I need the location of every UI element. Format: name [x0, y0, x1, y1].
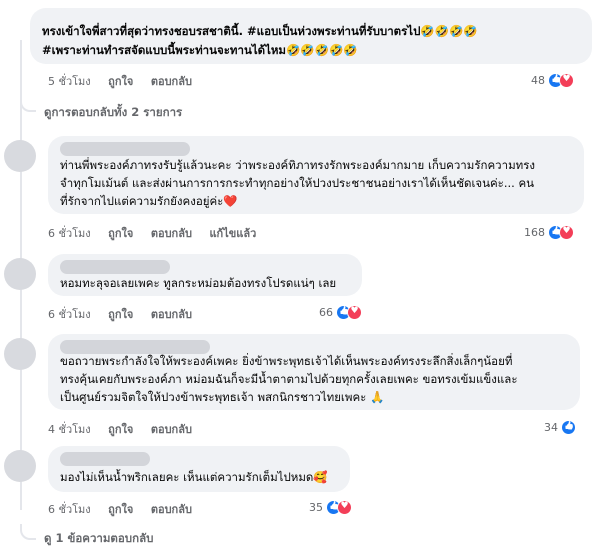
- reply-button[interactable]: ตอบกลับ: [151, 503, 192, 516]
- avatar[interactable]: [4, 140, 36, 172]
- reaction-summary[interactable]: 35: [280, 497, 352, 517]
- like-button[interactable]: ถูกใจ: [108, 75, 133, 88]
- like-button[interactable]: ถูกใจ: [108, 423, 133, 436]
- reaction-summary[interactable]: 66: [270, 302, 362, 322]
- reaction-summary[interactable]: 168: [480, 222, 574, 242]
- comment-bubble: มองไม่เห็นน้ำพริกเลยคะ เห็นแต่ความรักเต็…: [48, 446, 350, 492]
- comment-bubble: ทรงเข้าใจพี่สาวที่สุดว่าทรงชอบรสชาตินี้.…: [30, 8, 592, 64]
- reaction-summary[interactable]: 48: [480, 70, 574, 90]
- reaction-count: 48: [531, 73, 545, 87]
- like-button[interactable]: ถูกใจ: [108, 503, 133, 516]
- comment-text: มองไม่เห็นน้ำพริกเลยคะ เห็นแต่ความรักเต็…: [60, 470, 328, 484]
- avatar[interactable]: [4, 338, 36, 370]
- reply-button[interactable]: ตอบกลับ: [151, 423, 192, 436]
- comment-meta: 6 ชั่วโมง ถูกใจ ตอบกลับ: [48, 500, 192, 518]
- avatar[interactable]: [4, 258, 36, 290]
- reply-button[interactable]: ตอบกลับ: [151, 308, 192, 321]
- like-button[interactable]: ถูกใจ: [108, 308, 133, 321]
- comment-bubble: ท่านพี่พระองค์ภาทรงรับรู้แล้วนะคะ ว่าพระ…: [48, 136, 584, 214]
- comment-bubble: ขอถวายพระกำลังใจให้พระองค์เพคะ ยิ่งข้าพร…: [48, 334, 580, 410]
- comment-text: ขอถวายพระกำลังใจให้พระองค์เพคะ ยิ่งข้าพร…: [60, 354, 513, 368]
- comment-timestamp[interactable]: 6 ชั่วโมง: [48, 227, 91, 240]
- love-reaction-icon: [559, 72, 574, 88]
- comment-author-name[interactable]: [60, 452, 150, 466]
- comment-author-name[interactable]: [60, 142, 190, 156]
- comment-meta: 6 ชั่วโมง ถูกใจ ตอบกลับ แก้ไขแล้ว: [48, 224, 256, 242]
- comment-meta: 6 ชั่วโมง ถูกใจ ตอบกลับ: [48, 305, 192, 323]
- comment-text: #เพราะท่านทำรสจัดแบบนี้พระท่านจะทานได้ไห…: [42, 43, 358, 57]
- comment-text: เป็นศูนย์รวมจิตใจให้ปวงข้าพระพุทธเจ้า พส…: [60, 390, 385, 404]
- avatar[interactable]: [4, 450, 36, 482]
- like-reaction-icon: [561, 419, 576, 435]
- reaction-count: 66: [319, 305, 333, 319]
- reaction-count: 168: [524, 225, 545, 239]
- love-reaction-icon: [337, 499, 352, 515]
- comment-meta: 5 ชั่วโมง ถูกใจ ตอบกลับ: [48, 72, 192, 90]
- reaction-count: 34: [544, 420, 558, 434]
- thread-connector: [20, 96, 36, 112]
- comment-text: ที่รักจากไปแต่ความรักยังคงอยู่ค่ะ❤️: [60, 194, 238, 208]
- reply-button[interactable]: ตอบกลับ: [151, 75, 192, 88]
- comment-text: ทรงเข้าใจพี่สาวที่สุดว่าทรงชอบรสชาตินี้.…: [42, 24, 478, 38]
- comment-timestamp[interactable]: 6 ชั่วโมง: [48, 503, 91, 516]
- comment-bubble: หอมทะลุจอเลยเพคะ ทูลกระหม่อมต้องทรงโปรดแ…: [48, 254, 362, 296]
- reaction-count: 35: [309, 500, 323, 514]
- reaction-summary[interactable]: 34: [500, 417, 576, 437]
- comment-timestamp[interactable]: 4 ชั่วโมง: [48, 423, 91, 436]
- comment-text: หอมทะลุจอเลยเพคะ ทูลกระหม่อมต้องทรงโปรดแ…: [60, 276, 337, 290]
- comment-timestamp[interactable]: 6 ชั่วโมง: [48, 308, 91, 321]
- comment-text: ทรงคุ้นเคยกับพระองค์ภา หม่อมฉันก็จะมีน้ำ…: [60, 372, 518, 386]
- comment-timestamp[interactable]: 5 ชั่วโมง: [48, 75, 91, 88]
- comment-text: ท่านพี่พระองค์ภาทรงรับรู้แล้วนะคะ ว่าพระ…: [60, 158, 536, 172]
- view-replies-link[interactable]: ดูการตอบกลับทั้ง 2 รายการ: [44, 104, 182, 122]
- love-reaction-icon: [559, 224, 574, 240]
- comment-author-name[interactable]: [60, 260, 170, 274]
- thread-connector: [20, 524, 36, 540]
- comment-meta: 4 ชั่วโมง ถูกใจ ตอบกลับ: [48, 420, 192, 438]
- edited-label[interactable]: แก้ไขแล้ว: [209, 227, 256, 240]
- love-reaction-icon: [347, 304, 362, 320]
- reply-button[interactable]: ตอบกลับ: [151, 227, 192, 240]
- like-button[interactable]: ถูกใจ: [108, 227, 133, 240]
- comment-text: จำทุกโมเม้นต์ และส่งผ่านการการกระทำทุกอย…: [60, 176, 535, 190]
- view-replies-link[interactable]: ดู 1 ข้อความตอบกลับ: [44, 530, 153, 548]
